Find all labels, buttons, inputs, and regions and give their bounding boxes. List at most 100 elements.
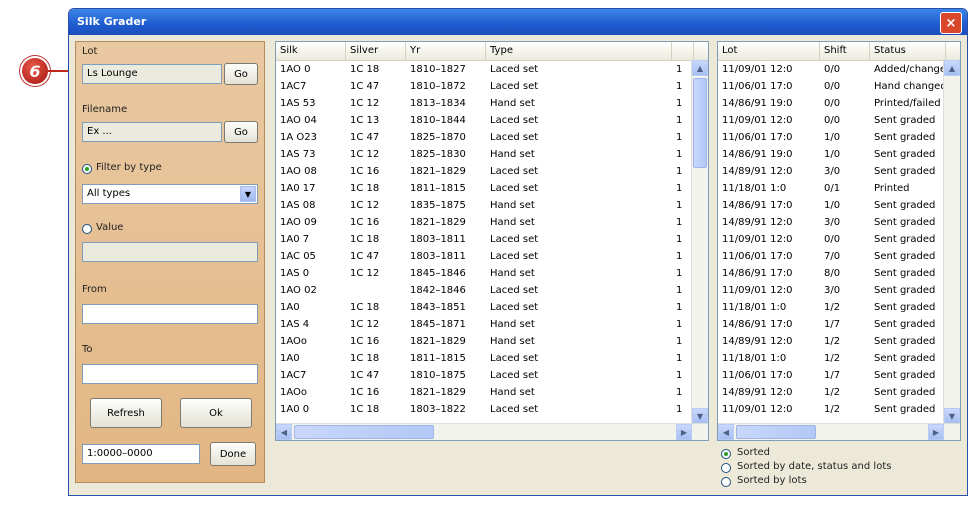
table-cell: Laced set — [490, 64, 539, 75]
table-row[interactable]: 1AS 0 1C 12 1845–1846 Hand set 1 — [276, 266, 708, 282]
table-cell: 1AS 4 — [280, 319, 310, 330]
table-row[interactable]: 1A O23 1C 47 1825–1870 Laced set 1 — [276, 130, 708, 146]
scroll-thumb[interactable] — [693, 78, 707, 168]
lot-field[interactable]: Ls Lounge — [82, 64, 222, 84]
table-cell: Hand set — [490, 200, 535, 211]
table-cell: Laced set — [490, 115, 539, 126]
sorted-by-lots-radio[interactable] — [721, 477, 731, 487]
col-flag[interactable] — [672, 42, 694, 60]
scroll-up-icon[interactable]: ▲ — [944, 60, 960, 76]
table-cell: 1 — [676, 319, 683, 330]
done-button[interactable]: Done — [210, 442, 256, 466]
table-row[interactable]: 1AOo 1C 16 1821–1829 Hand set 1 — [276, 334, 708, 350]
table-row[interactable]: 1AS 4 1C 12 1845–1871 Hand set 1 — [276, 317, 708, 333]
table-row[interactable]: 1AC7 1C 47 1810–1872 Laced set 1 — [276, 79, 708, 95]
table-row[interactable]: 14/89/91 12:0 3/0 Sent graded — [718, 215, 960, 231]
table-cell: 1AS 08 — [280, 200, 316, 211]
table-row[interactable]: 14/89/91 12:0 1/2 Sent graded — [718, 334, 960, 350]
value-field[interactable] — [82, 242, 258, 262]
table-row[interactable]: 11/18/01 1:0 1/2 Sent graded — [718, 300, 960, 316]
hscroll-thumb[interactable] — [294, 425, 434, 439]
table-cell: 14/86/91 19:0 — [722, 98, 793, 109]
table-row[interactable]: 11/09/01 12:0 3/0 Sent graded — [718, 283, 960, 299]
table-row[interactable]: 14/86/91 17:0 1/7 Sent graded — [718, 317, 960, 333]
table-row[interactable]: 1AOo 1C 16 1821–1829 Hand set 1 — [276, 385, 708, 401]
table-row[interactable]: 11/09/01 12:0 0/0 Sent graded — [718, 113, 960, 129]
scroll-down-icon[interactable]: ▼ — [944, 408, 960, 424]
table-row[interactable]: 14/86/91 17:0 1/0 Sent graded — [718, 198, 960, 214]
table-row[interactable]: 11/06/01 17:0 1/7 Sent graded — [718, 368, 960, 384]
from-field[interactable] — [82, 304, 258, 324]
value-radio[interactable] — [82, 224, 92, 234]
chevron-down-icon[interactable]: ▼ — [240, 186, 256, 202]
col-status[interactable]: Status — [870, 42, 946, 60]
type-select[interactable]: All types ▼ — [82, 184, 258, 204]
col-silk[interactable]: Silk — [276, 42, 346, 60]
table-cell: 0/0 — [824, 98, 841, 109]
sorted-radio[interactable] — [721, 449, 731, 459]
col-type[interactable]: Type — [486, 42, 672, 60]
lot-go-button[interactable]: Go — [224, 63, 258, 85]
scroll-up-icon[interactable]: ▲ — [692, 60, 708, 76]
table-row[interactable]: 11/06/01 17:0 7/0 Sent graded — [718, 249, 960, 265]
col-lot[interactable]: Lot — [718, 42, 820, 60]
filename-field[interactable]: Ex ... — [82, 122, 222, 142]
lot-grid-hscroll[interactable]: ◀ ▶ — [718, 423, 960, 440]
filter-type-radio[interactable] — [82, 164, 92, 174]
scroll-left-icon[interactable]: ◀ — [718, 424, 734, 440]
table-row[interactable]: 1AO 02 1842–1846 Laced set 1 — [276, 283, 708, 299]
table-row[interactable]: 1AC7 1C 47 1810–1875 Laced set 1 — [276, 368, 708, 384]
filename-go-button[interactable]: Go — [224, 121, 258, 143]
table-row[interactable]: 1A0 0 1C 18 1803–1822 Laced set 1 — [276, 402, 708, 418]
table-row[interactable]: 1A0 1C 18 1843–1851 Laced set 1 — [276, 300, 708, 316]
range-field[interactable]: 1:0000–0000 — [82, 444, 200, 464]
table-row[interactable]: 14/86/91 19:0 1/0 Sent graded — [718, 147, 960, 163]
ok-button[interactable]: Ok — [180, 398, 252, 428]
table-row[interactable]: 11/18/01 1:0 1/2 Sent graded — [718, 351, 960, 367]
table-row[interactable]: 11/06/01 17:0 0/0 Hand changed — [718, 79, 960, 95]
col-shift[interactable]: Shift — [820, 42, 870, 60]
table-cell: 3/0 — [824, 285, 841, 296]
table-row[interactable]: 1A0 7 1C 18 1803–1811 Laced set 1 — [276, 232, 708, 248]
refresh-button[interactable]: Refresh — [90, 398, 162, 428]
table-row[interactable]: 14/86/91 17:0 8/0 Sent graded — [718, 266, 960, 282]
table-row[interactable]: 1AS 73 1C 12 1825–1830 Hand set 1 — [276, 147, 708, 163]
table-cell: 1C 47 — [350, 132, 380, 143]
table-row[interactable]: 14/89/91 12:0 3/0 Sent graded — [718, 164, 960, 180]
table-row[interactable]: 14/86/91 19:0 0/0 Printed/failed — [718, 96, 960, 112]
table-cell: 1AO 04 — [280, 115, 317, 126]
table-row[interactable]: 1A0 17 1C 18 1811–1815 Laced set 1 — [276, 181, 708, 197]
table-row[interactable]: 1A0 1C 18 1811–1815 Laced set 1 — [276, 351, 708, 367]
table-row[interactable]: 11/09/01 12:0 0/0 Added/changed — [718, 62, 960, 78]
table-row[interactable]: 1AO 09 1C 16 1821–1829 Hand set 1 — [276, 215, 708, 231]
table-row[interactable]: 1AO 04 1C 13 1810–1844 Laced set 1 — [276, 113, 708, 129]
sorted-by-date-radio[interactable] — [721, 463, 731, 473]
lot-grid-vscroll[interactable]: ▲ ▼ — [943, 60, 960, 424]
scroll-down-icon[interactable]: ▼ — [692, 408, 708, 424]
silk-grid-hscroll[interactable]: ◀ ▶ — [276, 423, 708, 440]
table-row[interactable]: 14/89/91 12:0 1/2 Sent graded — [718, 385, 960, 401]
col-silver[interactable]: Silver — [346, 42, 406, 60]
close-button[interactable]: × — [940, 12, 962, 34]
table-row[interactable]: 11/18/01 1:0 0/1 Printed — [718, 181, 960, 197]
col-year[interactable]: Yr — [406, 42, 486, 60]
lot-label: Lot — [82, 46, 98, 57]
table-row[interactable]: 11/09/01 12:0 0/0 Sent graded — [718, 232, 960, 248]
table-row[interactable]: 1AS 53 1C 12 1813–1834 Hand set 1 — [276, 96, 708, 112]
to-field[interactable] — [82, 364, 258, 384]
scroll-right-icon[interactable]: ▶ — [928, 424, 944, 440]
table-cell: Printed/failed — [874, 98, 941, 109]
table-cell: 1/2 — [824, 336, 841, 347]
silk-grid-vscroll[interactable]: ▲ ▼ — [691, 60, 708, 424]
table-row[interactable]: 1AC 05 1C 47 1803–1811 Laced set 1 — [276, 249, 708, 265]
table-row[interactable]: 11/09/01 12:0 1/2 Sent graded — [718, 402, 960, 418]
scroll-right-icon[interactable]: ▶ — [676, 424, 692, 440]
table-cell: 1 — [676, 217, 683, 228]
table-row[interactable]: 1AS 08 1C 12 1835–1875 Hand set 1 — [276, 198, 708, 214]
hscroll-thumb[interactable] — [736, 425, 816, 439]
table-row[interactable]: 1AO 0 1C 18 1810–1827 Laced set 1 — [276, 62, 708, 78]
table-row[interactable]: 1AO 08 1C 16 1821–1829 Laced set 1 — [276, 164, 708, 180]
table-row[interactable]: 11/06/01 17:0 1/0 Sent graded — [718, 130, 960, 146]
table-cell: 1C 18 — [350, 64, 380, 75]
scroll-left-icon[interactable]: ◀ — [276, 424, 292, 440]
